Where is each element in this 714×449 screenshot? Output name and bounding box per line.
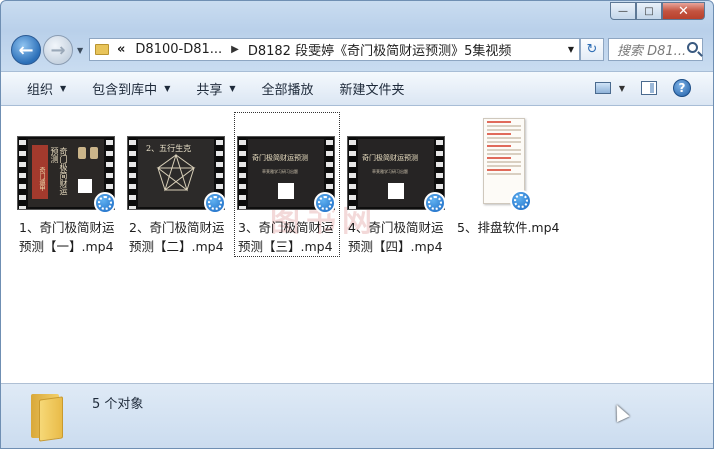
history-dropdown-icon[interactable]: ▼: [77, 46, 83, 55]
play-all-label: 全部播放: [261, 83, 314, 98]
folder-front: [39, 396, 63, 442]
address-row: ← → ▼ « D8100-D81... ▶ D8182 段雯婷《奇门极简财运预…: [7, 33, 707, 67]
breadcrumb-separator-icon[interactable]: ▶: [231, 44, 239, 55]
minimize-button[interactable]: —: [610, 2, 636, 20]
refresh-icon: ↻: [586, 42, 598, 57]
film-strip: [239, 137, 246, 209]
film-strip: [349, 137, 356, 209]
video-frame: 奇门极简财运预测 草莱雅学习研习出题: [358, 139, 434, 207]
qr-code-icon: [278, 183, 294, 199]
file-name-line: 4、奇门极简财运: [348, 220, 444, 235]
file-name-line: 1、奇门极简财运: [19, 220, 115, 235]
help-icon[interactable]: ?: [673, 79, 691, 97]
file-name[interactable]: 4、奇门极简财运 预测【四】.mp4: [348, 218, 443, 256]
frame-title: 奇门极简财运预测: [50, 147, 68, 195]
play-all-button[interactable]: 全部播放: [262, 79, 314, 98]
search-placeholder: 搜索 D81...: [617, 44, 687, 59]
media-player-badge-icon: [204, 192, 226, 214]
file-name-line: 预测【二】.mp4: [129, 239, 224, 254]
share-label: 共享: [196, 83, 223, 98]
thumb-line: [487, 137, 521, 139]
thumb-line: [487, 153, 521, 155]
frame-title: 奇门极简财运预测: [362, 154, 418, 162]
file-name-line: 预测【一】.mp4: [19, 239, 114, 254]
thumb-line: [487, 149, 521, 151]
file-name[interactable]: 3、奇门极简财运 预测【三】.mp4: [238, 218, 333, 256]
forward-button[interactable]: →: [43, 35, 73, 65]
thumb-line: [487, 129, 521, 131]
include-in-library-menu[interactable]: 包含到库中 ▼: [92, 79, 170, 98]
file-name-line: 预测【四】.mp4: [348, 239, 443, 254]
include-in-library-label: 包含到库中: [92, 83, 158, 98]
frame-subtitle: 草莱雅学习研习出题: [262, 169, 298, 174]
view-dropdown-icon[interactable]: ▼: [619, 84, 625, 93]
file-name-line: 5、排盘软件.mp4: [457, 220, 560, 235]
film-strip: [129, 137, 136, 209]
thumb-line: [487, 161, 521, 163]
video-frame: 奇门极简财运预测 草莱雅学习研习出题: [248, 139, 324, 207]
media-player-badge-icon: [510, 190, 532, 212]
address-dropdown-button[interactable]: ▼: [563, 38, 580, 61]
file-name-line: 2、奇门极简财运: [129, 220, 225, 235]
close-button[interactable]: ✕: [662, 2, 705, 20]
frame-subtitle: 草莱雅学习研习出题: [372, 169, 408, 174]
organize-menu[interactable]: 组织 ▼: [27, 79, 66, 98]
folder-icon: [27, 390, 69, 442]
organize-label: 组织: [27, 83, 54, 98]
maximize-button[interactable]: □: [636, 2, 662, 20]
new-folder-label: 新建文件夹: [339, 83, 405, 98]
thumb-line: [487, 125, 521, 127]
change-view-icon[interactable]: [594, 82, 611, 94]
ornament-icon: [78, 147, 86, 159]
ornament-icon: [90, 147, 98, 159]
thumb-line: [487, 141, 521, 143]
file-name-line: 3、奇门极简财运: [238, 220, 334, 235]
new-folder-button[interactable]: 新建文件夹: [340, 79, 405, 98]
arrow-left-icon: ←: [18, 39, 34, 61]
file-name[interactable]: 2、奇门极简财运 预测【二】.mp4: [129, 218, 224, 256]
thumb-line: [487, 173, 521, 175]
pentagram-diagram: [156, 153, 196, 192]
qr-code-icon: [78, 179, 92, 193]
thumb-line: [487, 165, 521, 167]
refresh-button[interactable]: ↻: [580, 38, 604, 61]
video-frame: 奇门极简财运预测 奇门遁甲: [28, 139, 104, 207]
breadcrumb-current[interactable]: D8182 段雯婷《奇门极简财运预测》5集视频: [248, 40, 512, 59]
history-chevron-icon[interactable]: «: [117, 42, 125, 57]
file-name-line: 预测【三】.mp4: [238, 239, 333, 254]
media-player-badge-icon: [424, 192, 446, 214]
search-icon: [687, 42, 698, 53]
command-bar: 组织 ▼ 包含到库中 ▼ 共享 ▼ 全部播放 新建文件夹 ▼ ?: [1, 71, 713, 106]
view-controls: ▼ ?: [594, 79, 691, 97]
file-name[interactable]: 5、排盘软件.mp4: [457, 218, 560, 237]
address-bar[interactable]: « D8100-D81... ▶ D8182 段雯婷《奇门极简财运预测》5集视频: [89, 38, 564, 61]
chevron-down-icon: ▼: [164, 84, 171, 93]
frame-subtitle: 奇门遁甲: [38, 167, 45, 191]
thumb-line: [487, 145, 511, 147]
item-count: 5 个对象: [92, 397, 144, 412]
thumb-line: [487, 133, 511, 135]
folder-icon: [95, 44, 109, 55]
thumb-line: [487, 121, 511, 123]
file-name[interactable]: 1、奇门极简财运 预测【一】.mp4: [19, 218, 114, 256]
media-player-badge-icon: [94, 192, 116, 214]
search-input[interactable]: 搜索 D81...: [608, 38, 703, 61]
media-player-badge-icon: [314, 192, 336, 214]
back-button[interactable]: ←: [11, 35, 41, 65]
share-menu[interactable]: 共享 ▼: [196, 79, 235, 98]
caption-buttons: — □ ✕: [610, 2, 705, 20]
film-strip: [19, 137, 26, 209]
breadcrumb-parent[interactable]: D8100-D81...: [135, 42, 222, 57]
video-frame: 2、五行生克: [138, 139, 214, 207]
arrow-right-icon: →: [50, 39, 66, 61]
frame-title: 奇门极简财运预测: [252, 154, 308, 162]
thumb-line: [487, 169, 511, 171]
chevron-down-icon: ▼: [229, 84, 236, 93]
details-pane: 5 个对象: [1, 383, 713, 448]
chevron-down-icon: ▼: [60, 84, 67, 93]
preview-pane-icon[interactable]: [641, 81, 657, 95]
qr-code-icon: [388, 183, 404, 199]
thumb-line: [487, 157, 511, 159]
